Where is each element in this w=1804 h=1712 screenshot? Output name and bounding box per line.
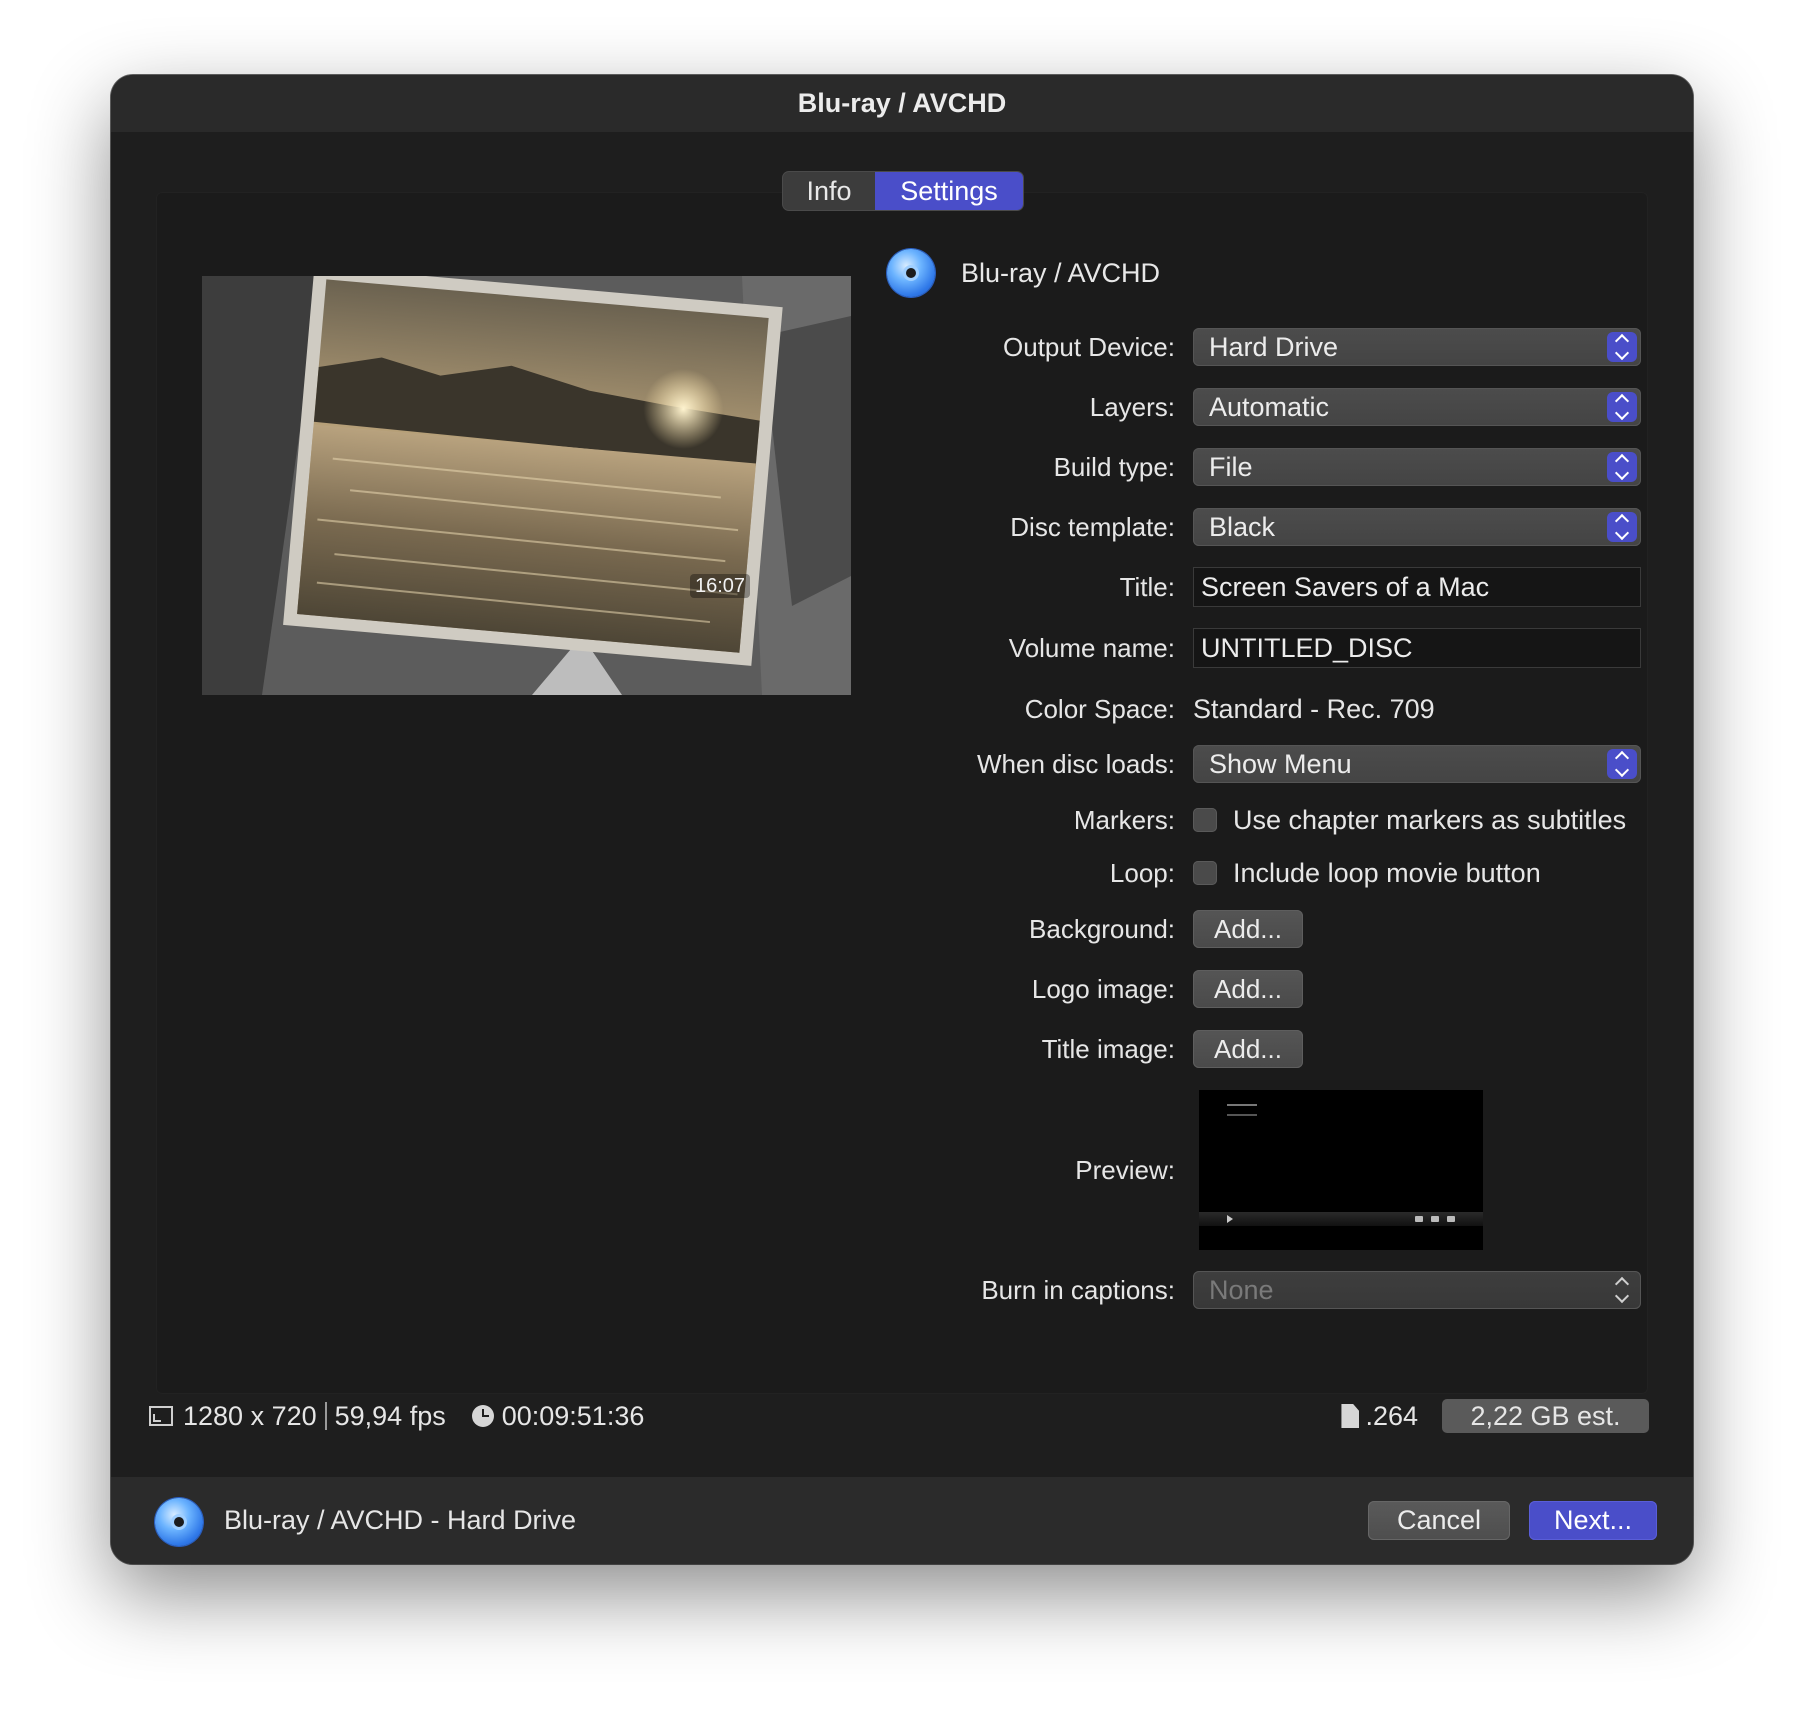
row-background: Background: Add... — [851, 909, 1303, 949]
burn-in-captions-select[interactable]: None — [1193, 1271, 1641, 1309]
build-type-value: File — [1209, 451, 1253, 482]
disc-template-value: Black — [1209, 511, 1276, 542]
row-output-device: Output Device: Hard Drive — [851, 327, 1641, 367]
row-title: Title: Screen Savers of a Mac — [851, 567, 1641, 607]
disc-template-select[interactable]: Black — [1193, 508, 1641, 546]
row-logo-image: Logo image: Add... — [851, 969, 1303, 1009]
background-label: Background: — [1029, 913, 1175, 944]
row-build-type: Build type: File — [851, 447, 1641, 487]
markers-label: Markers: — [1073, 804, 1175, 835]
disc-icon — [887, 249, 935, 297]
loop-checkbox-label[interactable]: Include loop movie button — [1233, 858, 1541, 889]
volume-name-field[interactable]: UNTITLED_DISC — [1193, 628, 1641, 668]
thumbnail-timestamp: 16:07 — [695, 575, 745, 597]
row-color-space: Color Space: Standard - Rec. 709 — [851, 689, 1435, 729]
when-disc-loads-label: When disc loads: — [977, 748, 1175, 779]
burn-in-captions-label: Burn in captions: — [981, 1274, 1175, 1305]
tab-settings[interactable]: Settings — [875, 172, 1023, 210]
disc-template-label: Disc template: — [1010, 511, 1175, 542]
disc-icon — [155, 1498, 203, 1546]
row-title-image: Title image: Add... — [851, 1029, 1303, 1069]
layers-value: Automatic — [1209, 391, 1330, 422]
row-preview: Preview: — [851, 1090, 1483, 1250]
preview-buttons — [1415, 1216, 1455, 1222]
burn-in-captions-value: None — [1209, 1274, 1274, 1305]
format-title: Blu-ray / AVCHD — [961, 257, 1161, 288]
chevron-updown-icon — [1607, 512, 1637, 542]
title-image-label: Title image: — [1041, 1033, 1175, 1064]
size-estimate-badge: 2,22 GB est. — [1442, 1399, 1649, 1433]
chevron-updown-icon — [1607, 392, 1637, 422]
layers-label: Layers: — [1089, 391, 1175, 422]
row-when-disc-loads: When disc loads: Show Menu — [851, 744, 1641, 784]
row-loop: Loop: Include loop movie button — [851, 853, 1541, 893]
chevron-updown-icon — [1607, 749, 1637, 779]
loop-label: Loop: — [1109, 857, 1175, 888]
color-space-value: Standard - Rec. 709 — [1193, 693, 1435, 724]
output-device-value: Hard Drive — [1209, 331, 1339, 362]
layers-select[interactable]: Automatic — [1193, 388, 1641, 426]
tab-bar: Info Settings — [783, 172, 1023, 210]
frame-size-icon — [149, 1406, 173, 1426]
title-label: Title: — [1119, 571, 1175, 602]
when-disc-loads-value: Show Menu — [1209, 748, 1352, 779]
build-type-select[interactable]: File — [1193, 448, 1641, 486]
color-space-label: Color Space: — [1024, 693, 1175, 724]
background-add-button[interactable]: Add... — [1193, 910, 1303, 948]
menu-preview — [1199, 1090, 1483, 1250]
format-text: .264 — [1365, 1400, 1418, 1431]
title-field[interactable]: Screen Savers of a Mac — [1193, 567, 1641, 607]
preview-label: Preview: — [1075, 1154, 1175, 1185]
window-title: Blu-ray / AVCHD — [111, 75, 1693, 132]
row-disc-template: Disc template: Black — [851, 507, 1641, 547]
volume-name-label: Volume name: — [1008, 632, 1175, 663]
chevron-updown-icon — [1607, 1275, 1637, 1305]
preview-menu-text — [1227, 1104, 1257, 1116]
logo-image-add-button[interactable]: Add... — [1193, 970, 1303, 1008]
clock-icon — [471, 1405, 494, 1427]
format-header: Blu-ray / AVCHD — [887, 248, 1160, 298]
tab-info[interactable]: Info — [783, 172, 875, 210]
row-burn-in-captions: Burn in captions: None — [851, 1270, 1641, 1310]
markers-checkbox-label[interactable]: Use chapter markers as subtitles — [1233, 805, 1626, 836]
row-volume-name: Volume name: UNTITLED_DISC — [851, 628, 1641, 668]
markers-checkbox[interactable] — [1193, 808, 1217, 832]
row-markers: Markers: Use chapter markers as subtitle… — [851, 800, 1626, 840]
loop-checkbox[interactable] — [1193, 861, 1217, 885]
title-image-add-button[interactable]: Add... — [1193, 1030, 1303, 1068]
duration-text: 00:09:51:36 — [501, 1400, 645, 1431]
file-icon — [1341, 1404, 1360, 1428]
output-device-select[interactable]: Hard Drive — [1193, 328, 1641, 366]
logo-image-label: Logo image: — [1031, 973, 1175, 1004]
thumbnail-image: 16:07 — [202, 276, 851, 695]
resolution-text: 1280 x 720 — [183, 1400, 317, 1431]
destination-summary: Blu-ray / AVCHD - Hard Drive — [224, 1505, 577, 1535]
chevron-updown-icon — [1607, 332, 1637, 362]
fps-text: 59,94 fps — [334, 1400, 446, 1431]
when-disc-loads-select[interactable]: Show Menu — [1193, 745, 1641, 783]
divider — [324, 1402, 327, 1430]
chevron-updown-icon — [1607, 452, 1637, 482]
cancel-button[interactable]: Cancel — [1368, 1501, 1510, 1540]
play-icon — [1227, 1215, 1233, 1223]
build-type-label: Build type: — [1053, 451, 1175, 482]
next-button[interactable]: Next... — [1529, 1501, 1657, 1540]
info-bar: 1280 x 720 59,94 fps 00:09:51:36 .264 2,… — [149, 1397, 1649, 1435]
row-layers: Layers: Automatic — [851, 387, 1641, 427]
export-window: Blu-ray / AVCHD Info Settings 16:07 Blu-… — [111, 75, 1693, 1564]
footer-bar: Blu-ray / AVCHD - Hard Drive Cancel Next… — [111, 1477, 1693, 1564]
project-thumbnail: 16:07 — [202, 276, 851, 695]
output-device-label: Output Device: — [1003, 331, 1175, 362]
